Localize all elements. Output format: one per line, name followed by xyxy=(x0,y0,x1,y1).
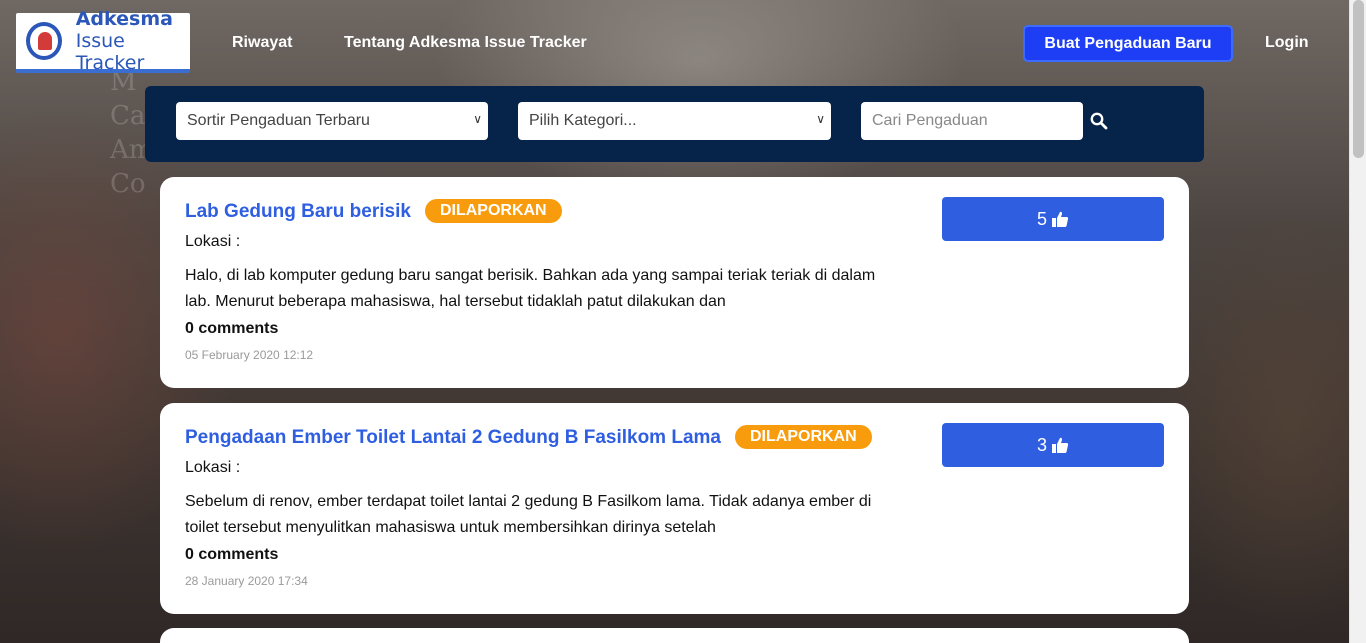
nav-login-link[interactable]: Login xyxy=(1265,34,1309,52)
scrollbar-thumb[interactable] xyxy=(1353,0,1364,158)
search-button[interactable] xyxy=(1090,112,1112,134)
search-icon xyxy=(1090,112,1108,130)
complaint-card[interactable]: Lab Gedung Baru berisik DILAPORKAN Lokasi… xyxy=(160,177,1189,388)
page-scrollbar[interactable] xyxy=(1349,0,1366,643)
sort-select-value: Sortir Pengaduan Terbaru xyxy=(187,112,370,129)
status-badge: DILAPORKAN xyxy=(735,425,872,449)
chevron-down-icon: ∨ xyxy=(473,112,482,126)
thumbs-up-icon xyxy=(1052,437,1069,453)
complaint-location: Lokasi : xyxy=(185,459,241,476)
complaint-card[interactable]: Pengadaan Ember Toilet Lantai 2 Gedung B… xyxy=(160,403,1189,614)
complaint-body: Halo, di lab komputer gedung baru sangat… xyxy=(185,267,876,310)
brand-name: Adkesma Issue Tracker xyxy=(76,8,190,74)
vote-count: 3 xyxy=(1036,434,1047,455)
complaint-body: Sebelum di renov, ember terdapat toilet … xyxy=(185,493,872,536)
brand-line1: Adkesma xyxy=(75,8,173,30)
complaint-title[interactable]: Lab Gedung Baru berisik DILAPORKAN xyxy=(185,199,562,223)
new-complaint-button[interactable]: Buat Pengaduan Baru xyxy=(1023,25,1233,62)
comment-count[interactable]: 0 comments xyxy=(185,320,278,338)
brand-logo[interactable]: Adkesma Issue Tracker xyxy=(16,8,190,74)
complaint-date: 05 February 2020 12:12 xyxy=(185,348,314,362)
thumbs-up-icon xyxy=(1052,211,1069,227)
location-pin-icon xyxy=(26,22,62,60)
nav-history-link[interactable]: Riwayat xyxy=(232,34,292,52)
chevron-down-icon: ∨ xyxy=(816,112,825,126)
category-select-value: Pilih Kategori... xyxy=(529,112,637,129)
search-input[interactable] xyxy=(861,102,1083,140)
vote-count: 5 xyxy=(1036,208,1047,229)
complaint-card-partial[interactable] xyxy=(160,628,1189,643)
nav-about-link[interactable]: Tentang Adkesma Issue Tracker xyxy=(344,34,587,52)
complaint-location: Lokasi : xyxy=(185,233,241,250)
category-select[interactable]: Pilih Kategori... ∨ xyxy=(518,102,831,140)
upvote-button[interactable]: 3 xyxy=(942,423,1164,467)
complaint-title[interactable]: Pengadaan Ember Toilet Lantai 2 Gedung B… xyxy=(185,425,872,449)
upvote-button[interactable]: 5 xyxy=(942,197,1164,241)
status-badge: DILAPORKAN xyxy=(424,199,562,223)
filter-bar: Sortir Pengaduan Terbaru ∨ Pilih Kategor… xyxy=(145,86,1204,162)
sort-select[interactable]: Sortir Pengaduan Terbaru ∨ xyxy=(176,102,488,140)
comment-count[interactable]: 0 comments xyxy=(185,546,278,564)
brand-line2: Issue Tracker xyxy=(75,30,145,74)
complaint-date: 28 January 2020 17:34 xyxy=(185,574,308,588)
